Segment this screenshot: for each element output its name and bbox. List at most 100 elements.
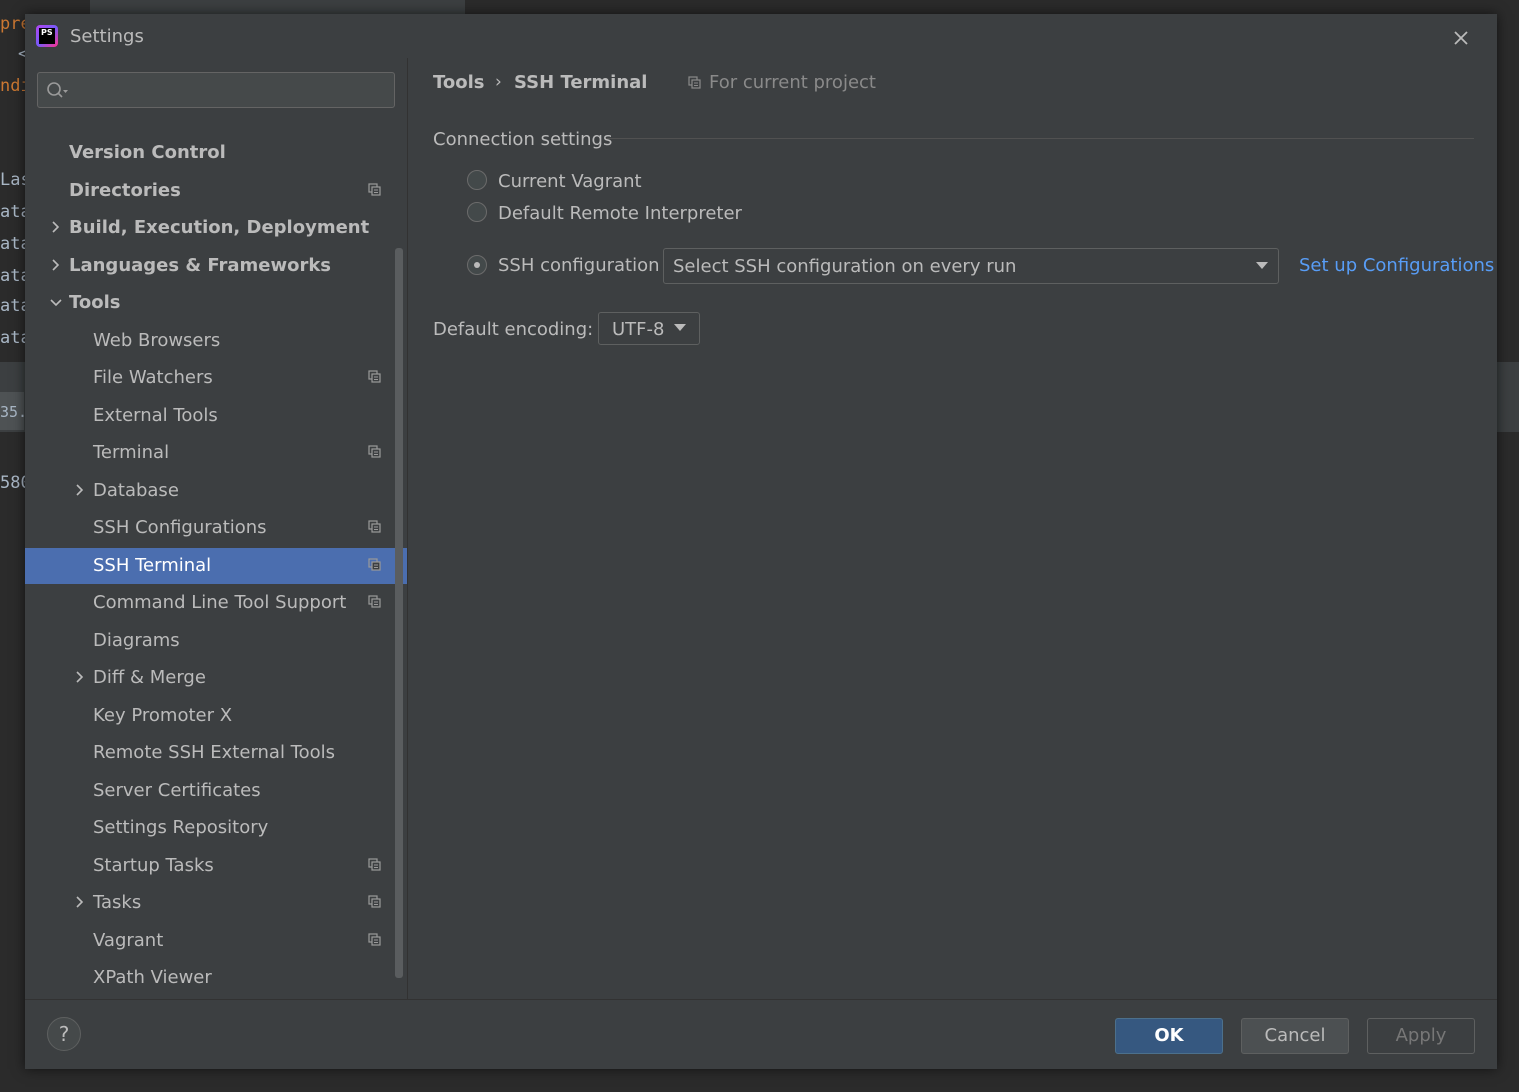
tree-item-version-control[interactable]: Version Control [25,135,407,171]
section-separator [606,138,1474,139]
tree-item-label: Languages & Frameworks [69,254,332,276]
tree-item-label: Build, Execution, Deployment [69,217,370,238]
default-encoding-value: UTF-8 [612,319,665,340]
tree-item-label: File Watchers [93,367,213,388]
tree-item-label: Remote SSH External Tools [93,742,336,763]
tree-item-terminal[interactable]: Terminal [25,435,407,471]
tree-item-label: Directories [69,179,181,201]
tree-item-command-line-tool-support[interactable]: Command Line Tool Support [25,585,407,621]
tree-item-languages-frameworks[interactable]: Languages & Frameworks [25,248,407,284]
chevron-right-icon[interactable] [48,248,64,284]
chevron-right-icon[interactable] [72,660,88,696]
dialog-title: Settings [70,26,144,47]
chevron-right-icon[interactable] [72,473,88,509]
ssh-configuration-select[interactable]: Select SSH configuration on every run [663,248,1279,284]
tree-item-label: Tools [69,292,121,313]
settings-dialog: PS Settings Version Control Directories Bu… [25,14,1497,1069]
settings-search-input[interactable] [37,72,395,108]
background-tab-strip [90,0,465,14]
tree-item-label: Tasks [93,892,142,913]
default-encoding-label: Default encoding: [433,319,594,340]
tree-item-startup-tasks[interactable]: Startup Tasks [25,848,407,884]
settings-tree-panel: Version Control Directories Build, Executi… [25,58,407,999]
ssh-configuration-select-value: Select SSH configuration on every run [673,256,1017,277]
breadcrumb-ssh-terminal: SSH Terminal [514,72,648,93]
project-scope-icon [368,932,381,946]
tree-item-tasks[interactable]: Tasks [25,885,407,921]
dialog-button-bar: ? OK Cancel Apply [25,999,1497,1069]
tree-item-label: Startup Tasks [93,854,214,876]
close-icon [1454,31,1468,45]
tree-item-xpath-viewer[interactable]: XPath Viewer [25,960,407,996]
app-icon-text: PS [39,28,55,44]
tree-item-label: SSH Terminal [93,554,212,576]
tree-item-tools[interactable]: Tools [25,285,407,321]
tree-item-label: Diff & Merge [93,667,206,688]
project-scope-icon [368,182,381,196]
tree-item-database[interactable]: Database [25,473,407,509]
breadcrumb-tools[interactable]: Tools [433,72,485,93]
tree-item-remote-ssh-external-tools[interactable]: Remote SSH External Tools [25,735,407,771]
tree-item-label: XPath Viewer [93,967,212,988]
tree-item-diagrams[interactable]: Diagrams [25,623,407,659]
tree-item-label: Server Certificates [93,779,261,801]
tree-item-label: Diagrams [93,629,180,651]
ssh-terminal-settings-panel: Tools › SSH Terminal For current project… [408,58,1497,999]
tree-item-label: Terminal [93,442,170,463]
tree-item-web-browsers[interactable]: Web Browsers [25,323,407,359]
tree-item-label: Command Line Tool Support [93,592,347,613]
connection-settings-title: Connection settings [433,129,613,150]
tree-item-label: External Tools [93,404,218,426]
project-scope-icon [368,370,381,383]
chevron-right-icon[interactable] [48,210,64,246]
tree-item-settings-repository[interactable]: Settings Repository [25,810,407,846]
search-icon [47,82,68,98]
tree-item-label: Database [93,479,179,501]
tree-item-directories[interactable]: Directories [25,173,407,209]
set-up-configurations-link[interactable]: Set up Configurations [1299,255,1494,276]
dropdown-arrow-icon [1256,262,1268,269]
tree-item-label: Key Promoter X [93,704,233,726]
tree-item-ssh-configurations[interactable]: SSH Configurations [25,510,407,546]
phpstorm-app-icon: PS [36,25,58,47]
project-scope-icon [368,445,381,458]
default-encoding-select[interactable]: UTF-8 [598,312,700,345]
project-scope-icon [368,557,381,571]
dialog-titlebar: PS Settings [25,14,1497,58]
tree-item-label: Vagrant [93,929,164,951]
tree-item-external-tools[interactable]: External Tools [25,398,407,434]
radio-label-ssh-configuration[interactable]: SSH configuration [498,255,660,276]
breadcrumb-separator: › [495,72,502,92]
scope-label: For current project [709,72,876,93]
project-scope-icon [688,76,701,89]
tree-item-vagrant[interactable]: Vagrant [25,923,407,959]
cancel-button[interactable]: Cancel [1241,1018,1349,1054]
help-button[interactable]: ? [47,1017,81,1051]
tree-item-key-promoter-x[interactable]: Key Promoter X [25,698,407,734]
radio-dot [474,262,480,268]
tree-item-label: SSH Configurations [93,517,267,538]
apply-button[interactable]: Apply [1367,1018,1475,1054]
tree-item-label: Web Browsers [93,329,221,351]
project-scope-icon [368,520,381,533]
project-scope-icon [368,895,381,908]
radio-label-current-vagrant[interactable]: Current Vagrant [498,171,642,192]
tree-item-file-watchers[interactable]: File Watchers [25,360,407,396]
radio-ssh-configuration[interactable] [467,255,487,275]
chevron-down-icon[interactable] [48,285,64,321]
project-scope-icon [368,595,381,608]
tree-item-build-execution-deployment[interactable]: Build, Execution, Deployment [25,210,407,246]
tree-item-ssh-terminal[interactable]: SSH Terminal [25,547,407,584]
dropdown-arrow-icon [674,324,686,331]
tree-item-label: Version Control [69,142,226,163]
tree-scrollbar[interactable] [395,248,403,978]
tree-item-diff-merge[interactable]: Diff & Merge [25,660,407,696]
radio-label-default-remote-interpreter[interactable]: Default Remote Interpreter [498,203,742,224]
ok-button[interactable]: OK [1115,1018,1223,1054]
radio-default-remote-interpreter[interactable] [467,202,487,222]
radio-current-vagrant[interactable] [467,170,487,190]
tree-item-server-certificates[interactable]: Server Certificates [25,773,407,809]
close-button[interactable] [1447,24,1475,52]
project-scope-icon [368,857,381,871]
chevron-right-icon[interactable] [72,885,88,921]
